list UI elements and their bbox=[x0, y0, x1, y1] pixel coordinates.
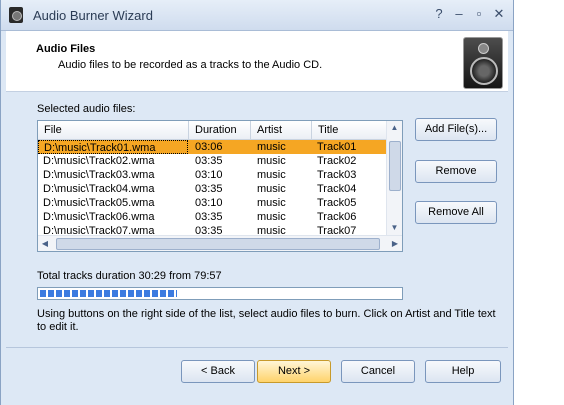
speaker-icon bbox=[463, 37, 503, 89]
audio-file-list[interactable]: File Duration Artist Title D:\music\Trac… bbox=[37, 120, 403, 252]
back-button[interactable]: < Back bbox=[181, 360, 255, 383]
column-file[interactable]: File bbox=[38, 121, 189, 139]
duration-progress-bar bbox=[37, 287, 403, 300]
scroll-left-icon[interactable]: ◀ bbox=[38, 236, 52, 251]
cell-title[interactable]: Track06 bbox=[312, 210, 388, 224]
cell-duration: 03:10 bbox=[195, 169, 223, 181]
duration-text: Total tracks duration 30:29 from 79:57 bbox=[37, 270, 222, 282]
title-bar[interactable]: Audio Burner Wizard ? – ▫ ✕ bbox=[1, 0, 513, 31]
help-icon[interactable]: ? bbox=[430, 6, 448, 22]
progress-fill bbox=[40, 290, 177, 297]
app-speaker-icon bbox=[9, 7, 23, 23]
horizontal-scrollbar[interactable]: ◀ ▶ bbox=[38, 235, 402, 251]
cell-title[interactable]: Track01 bbox=[312, 140, 388, 154]
column-artist[interactable]: Artist bbox=[251, 121, 312, 139]
table-row[interactable]: D:\music\Track02.wma 03:35 music Track02 bbox=[38, 154, 388, 168]
list-rows: D:\music\Track01.wma 03:06 music Track01 D:\… bbox=[38, 140, 388, 238]
page-subtitle: Audio files to be recorded as a tracks t… bbox=[58, 59, 323, 71]
add-files-button[interactable]: Add File(s)... bbox=[415, 118, 497, 141]
vertical-scrollbar[interactable]: ▲ ▼ bbox=[386, 121, 402, 235]
maximize-icon[interactable]: ▫ bbox=[470, 6, 488, 22]
scroll-down-icon[interactable]: ▼ bbox=[387, 221, 402, 235]
cell-artist[interactable]: music bbox=[252, 154, 312, 168]
table-row[interactable]: D:\music\Track04.wma 03:35 music Track04 bbox=[38, 182, 388, 196]
cell-artist[interactable]: music bbox=[252, 182, 312, 196]
cell-duration: 03:35 bbox=[195, 183, 223, 195]
horizontal-scroll-thumb[interactable] bbox=[56, 238, 380, 250]
table-row[interactable]: D:\music\Track03.wma 03:10 music Track03 bbox=[38, 168, 388, 182]
instruction-text: Using buttons on the right side of the l… bbox=[37, 308, 496, 333]
window-title: Audio Burner Wizard bbox=[33, 8, 153, 23]
column-duration[interactable]: Duration bbox=[189, 121, 251, 139]
table-row[interactable]: D:\music\Track01.wma 03:06 music Track01 bbox=[38, 140, 388, 154]
cell-file: D:\music\Track02.wma bbox=[43, 155, 155, 167]
wizard-window: Audio Burner Wizard ? – ▫ ✕ Audio Files … bbox=[0, 0, 514, 405]
cell-artist[interactable]: music bbox=[252, 196, 312, 210]
cell-duration: 03:10 bbox=[195, 197, 223, 209]
table-row[interactable]: D:\music\Track05.wma 03:10 music Track05 bbox=[38, 196, 388, 210]
help-button[interactable]: Help bbox=[425, 360, 501, 383]
cancel-button[interactable]: Cancel bbox=[341, 360, 415, 383]
cell-duration: 03:35 bbox=[195, 155, 223, 167]
cell-title[interactable]: Track03 bbox=[312, 168, 388, 182]
scroll-up-icon[interactable]: ▲ bbox=[387, 121, 402, 135]
speaker-woofer bbox=[470, 57, 498, 85]
remove-all-button[interactable]: Remove All bbox=[415, 201, 497, 224]
remove-button[interactable]: Remove bbox=[415, 160, 497, 183]
cell-title[interactable]: Track02 bbox=[312, 154, 388, 168]
cell-file: D:\music\Track04.wma bbox=[43, 183, 155, 195]
cell-artist[interactable]: music bbox=[252, 168, 312, 182]
page-title: Audio Files bbox=[36, 43, 96, 55]
cell-artist[interactable]: music bbox=[252, 210, 312, 224]
column-title[interactable]: Title bbox=[312, 121, 388, 139]
scroll-right-icon[interactable]: ▶ bbox=[388, 236, 402, 251]
cell-file: D:\music\Track05.wma bbox=[43, 197, 155, 209]
cell-file: D:\music\Track06.wma bbox=[43, 211, 155, 223]
wizard-header: Audio Files Audio files to be recorded a… bbox=[6, 31, 508, 92]
next-button[interactable]: Next > bbox=[257, 360, 331, 383]
minimize-icon[interactable]: – bbox=[450, 6, 468, 22]
speaker-tweeter bbox=[478, 43, 489, 54]
close-icon[interactable]: ✕ bbox=[490, 6, 508, 22]
list-label: Selected audio files: bbox=[37, 103, 136, 115]
cell-duration: 03:06 bbox=[195, 141, 223, 153]
cell-file: D:\music\Track01.wma bbox=[38, 140, 188, 154]
cell-title[interactable]: Track05 bbox=[312, 196, 388, 210]
cell-title[interactable]: Track04 bbox=[312, 182, 388, 196]
table-row[interactable]: D:\music\Track06.wma 03:35 music Track06 bbox=[38, 210, 388, 224]
vertical-scroll-thumb[interactable] bbox=[389, 141, 401, 191]
cell-file: D:\music\Track03.wma bbox=[43, 169, 155, 181]
cell-duration: 03:35 bbox=[195, 211, 223, 223]
list-header: File Duration Artist Title bbox=[38, 121, 388, 140]
cell-artist[interactable]: music bbox=[252, 140, 312, 154]
footer-divider bbox=[6, 347, 508, 348]
